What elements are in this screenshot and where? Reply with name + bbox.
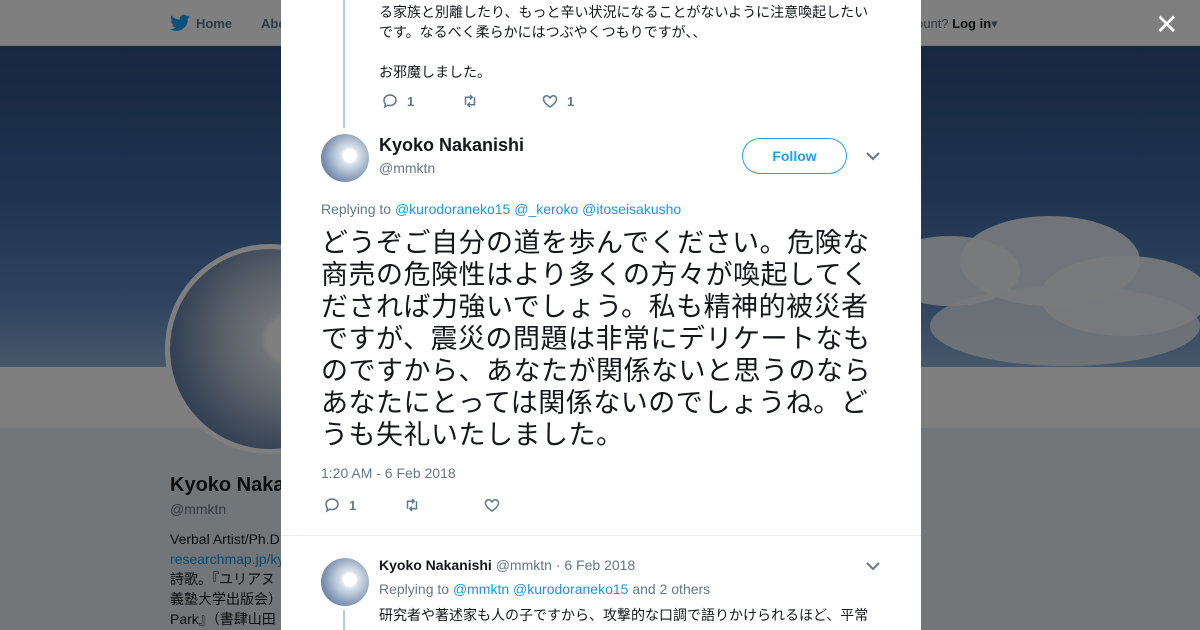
chevron-down-icon[interactable] bbox=[866, 150, 880, 164]
like-button[interactable]: 1 bbox=[541, 92, 621, 110]
previous-tweet-text: る家族と別離したり、もっと辛い状況になることがないように注意喚起したい です。な… bbox=[379, 2, 879, 82]
reply-tweet-text: 研究者や著述家も人の子ですから、攻撃的な口調で語りかけられるほど、平常 bbox=[379, 607, 869, 623]
reply-count: 1 bbox=[349, 497, 357, 513]
reply-date[interactable]: · 6 Feb 2018 bbox=[556, 557, 635, 573]
retweet-button[interactable] bbox=[461, 92, 541, 110]
reply-icon bbox=[325, 498, 339, 513]
author-name[interactable]: Kyoko Nakanishi bbox=[379, 135, 524, 156]
author-handle[interactable]: @mmktn bbox=[379, 160, 435, 176]
prev-text-line: お邪魔しました。 bbox=[379, 64, 491, 80]
tweet-actions: 1 bbox=[323, 496, 563, 514]
tweet-timestamp[interactable]: 1:20 AM - 6 Feb 2018 bbox=[321, 465, 456, 481]
follow-button[interactable]: Follow bbox=[742, 138, 847, 174]
like-count: 1 bbox=[567, 93, 575, 109]
heart-icon bbox=[484, 498, 500, 512]
replying-label: Replying to bbox=[379, 581, 450, 597]
reply-button[interactable]: 1 bbox=[381, 92, 461, 110]
mention-link[interactable]: @itoseisakusho bbox=[582, 201, 681, 217]
divider bbox=[281, 535, 921, 536]
reply-replying-to: Replying to @mmktn @kurodoraneko15 and 2… bbox=[379, 581, 710, 597]
mention-link[interactable]: @kurodoraneko15 bbox=[513, 581, 628, 597]
reply-author-handle[interactable]: @mmktn bbox=[496, 557, 552, 573]
thread-line bbox=[343, 610, 345, 630]
tweet-text: どうぞご自分の道を歩んでください。危険な商売の危険性はより多くの方々が喚起してく… bbox=[321, 228, 871, 450]
like-button[interactable] bbox=[483, 496, 563, 514]
reply-button[interactable]: 1 bbox=[323, 496, 403, 514]
prev-text-line: です。なるべく柔らかにはつぶやくつもりですが、、 bbox=[379, 24, 707, 40]
retweet-button[interactable] bbox=[403, 496, 483, 514]
close-icon[interactable]: ✕ bbox=[1155, 11, 1178, 39]
prev-tweet-actions: 1 1 bbox=[381, 92, 621, 110]
replying-to: Replying to @kurodoraneko15 @_keroko @it… bbox=[321, 201, 681, 217]
prev-text-line: る家族と別離したり、もっと辛い状況になることがないように注意喚起したい bbox=[379, 4, 869, 20]
reply-author-avatar[interactable] bbox=[321, 558, 369, 606]
thread-line bbox=[343, 0, 345, 128]
reply-count: 1 bbox=[407, 93, 415, 109]
mention-link[interactable]: @_keroko bbox=[514, 201, 578, 217]
mention-link[interactable]: @mmktn bbox=[453, 581, 509, 597]
reply-author-name[interactable]: Kyoko Nakanishi bbox=[379, 557, 492, 573]
prev-text-spacer bbox=[379, 42, 879, 62]
replying-label: Replying to bbox=[321, 201, 392, 217]
retweet-icon bbox=[406, 498, 418, 512]
author-avatar[interactable] bbox=[321, 134, 369, 182]
mention-link[interactable]: @kurodoraneko15 bbox=[395, 201, 510, 217]
chevron-down-icon[interactable] bbox=[866, 560, 880, 574]
others-link[interactable]: and 2 others bbox=[632, 581, 710, 597]
heart-icon bbox=[542, 94, 558, 108]
reply-icon bbox=[383, 94, 397, 109]
tweet-modal: る家族と別離したり、もっと辛い状況になることがないように注意喚起したい です。な… bbox=[281, 0, 921, 630]
retweet-icon bbox=[464, 94, 476, 108]
reply-tweet-header: Kyoko Nakanishi @mmktn · 6 Feb 2018 bbox=[379, 557, 635, 573]
